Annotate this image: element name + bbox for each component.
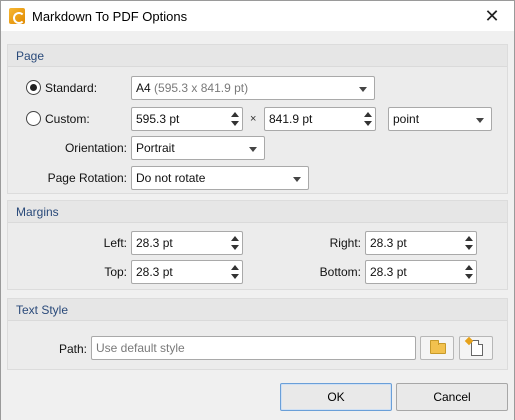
custom-height-input[interactable]: 841.9 pt <box>264 107 376 131</box>
bottom-spinner-icon[interactable] <box>465 264 473 280</box>
orientation-select[interactable]: Portrait <box>131 136 265 160</box>
custom-height-value: 841.9 pt <box>269 112 313 126</box>
right-margin-input[interactable]: 28.3 pt <box>365 231 477 255</box>
standard-radio[interactable] <box>26 80 41 95</box>
standard-label: Standard: <box>45 81 98 95</box>
folder-open-icon <box>430 340 446 354</box>
rotation-label: Page Rotation: <box>47 171 127 185</box>
button-bar: OK Cancel <box>1 376 514 420</box>
chevron-down-icon <box>293 177 301 182</box>
top-margin-value: 28.3 pt <box>136 265 173 279</box>
rotation-select[interactable]: Do not rotate <box>131 166 309 190</box>
browse-button[interactable] <box>420 336 454 360</box>
height-spinner-icon[interactable] <box>364 111 372 127</box>
cancel-button[interactable]: Cancel <box>396 383 508 411</box>
window-title: Markdown To PDF Options <box>32 9 188 24</box>
bottom-margin-value: 28.3 pt <box>370 265 407 279</box>
close-icon[interactable]: ✕ <box>478 3 506 29</box>
dialog-window: Markdown To PDF Options ✕ Page Standard:… <box>0 0 515 420</box>
page-section-title: Page <box>16 49 45 63</box>
chevron-down-icon <box>359 87 367 92</box>
left-margin-input[interactable]: 28.3 pt <box>131 231 243 255</box>
left-margin-label: Left: <box>103 236 127 250</box>
top-margin-label: Top: <box>104 265 127 279</box>
new-file-icon <box>471 340 483 356</box>
top-spinner-icon[interactable] <box>231 264 239 280</box>
ok-button[interactable]: OK <box>280 383 392 411</box>
times-sign: × <box>250 113 257 125</box>
bottom-margin-input[interactable]: 28.3 pt <box>365 260 477 284</box>
standard-size-value: A4 <box>136 81 151 95</box>
margins-section-title: Margins <box>16 205 59 219</box>
text-style-section-title: Text Style <box>16 303 69 317</box>
dialog-content: Page Standard: A4 (595.3 x 841.9 pt) Cus… <box>7 38 508 371</box>
chevron-down-icon <box>249 147 257 152</box>
page-group: Page Standard: A4 (595.3 x 841.9 pt) Cus… <box>7 44 508 194</box>
style-path-input[interactable]: Use default style <box>91 336 416 360</box>
chevron-down-icon <box>476 118 484 123</box>
standard-size-select[interactable]: A4 (595.3 x 841.9 pt) <box>131 76 375 100</box>
bottom-margin-label: Bottom: <box>319 265 361 279</box>
unit-value: point <box>393 112 420 126</box>
custom-label: Custom: <box>45 112 90 126</box>
text-style-group-header: Text Style <box>8 299 507 321</box>
custom-width-value: 595.3 pt <box>136 112 180 126</box>
app-logo-icon <box>9 8 25 24</box>
text-style-group: Text Style Path: Use default style <box>7 298 508 370</box>
title-bar: Markdown To PDF Options ✕ <box>1 1 514 31</box>
unit-select[interactable]: point <box>388 107 492 131</box>
margins-group-header: Margins <box>8 201 507 223</box>
right-margin-value: 28.3 pt <box>370 236 407 250</box>
width-spinner-icon[interactable] <box>231 111 239 127</box>
style-path-placeholder: Use default style <box>96 341 185 355</box>
path-label: Path: <box>58 342 87 356</box>
rotation-value: Do not rotate <box>136 171 206 185</box>
left-spinner-icon[interactable] <box>231 235 239 251</box>
right-spinner-icon[interactable] <box>465 235 473 251</box>
custom-radio[interactable] <box>26 111 41 126</box>
orientation-value: Portrait <box>136 141 175 155</box>
new-style-button[interactable] <box>459 336 493 360</box>
right-margin-label: Right: <box>329 236 361 250</box>
top-margin-input[interactable]: 28.3 pt <box>131 260 243 284</box>
standard-size-detail: (595.3 x 841.9 pt) <box>154 81 249 95</box>
orientation-label: Orientation: <box>64 141 127 155</box>
custom-width-input[interactable]: 595.3 pt <box>131 107 243 131</box>
margins-group: Margins Left: 28.3 pt Right: 28.3 pt Top… <box>7 200 508 290</box>
left-margin-value: 28.3 pt <box>136 236 173 250</box>
page-group-header: Page <box>8 45 507 67</box>
